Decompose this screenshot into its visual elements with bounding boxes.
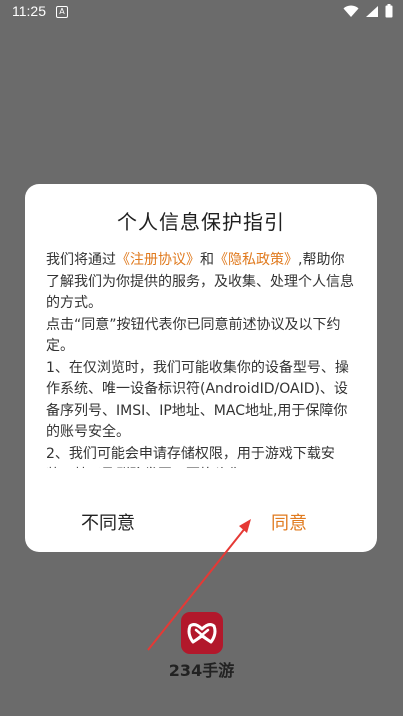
battery-icon — [385, 4, 393, 18]
paragraph-consent: 点击“同意”按钮代表你已同意前述协议及以下约定。 — [46, 316, 341, 355]
status-bar: 11:25 A — [0, 0, 403, 24]
app-name: 234手游 — [168, 661, 235, 680]
signal-icon — [366, 5, 378, 17]
paragraph-agreements: 我们将通过《注册协议》和《隐私政策》,帮助你了解我们为你提供的服务，及收集、处理… — [46, 250, 358, 315]
paragraph-browsing: 1、在仅浏览时，我们可能收集你的设备型号、操作系统、唯一设备标识符(Androi… — [46, 359, 349, 441]
dialog-title: 个人信息保护指引 — [117, 210, 285, 234]
dialog-body[interactable]: 我们将通过《注册协议》和《隐私政策》,帮助你了解我们为你提供的服务，及收集、处理… — [46, 250, 358, 468]
notification-badge: A — [56, 6, 68, 18]
wifi-icon — [343, 5, 359, 17]
paragraph1-prefix: 我们将通过 — [46, 252, 116, 268]
gamepad-logo-icon — [187, 623, 217, 644]
privacy-dialog: 个人信息保护指引 我们将通过《注册协议》和《隐私政策》,帮助你了解我们为你提供的… — [25, 184, 377, 552]
registration-agreement-link[interactable]: 《注册协议》 — [116, 252, 200, 268]
status-time: 11:25 — [12, 3, 46, 19]
paragraph1-conjunction: 和 — [200, 252, 214, 268]
app-icon[interactable] — [181, 612, 223, 654]
privacy-policy-link[interactable]: 《隐私政策》 — [214, 252, 298, 268]
agree-button[interactable]: 同意 — [271, 509, 307, 535]
status-icons — [343, 4, 393, 18]
paragraph-storage: 2、我们可能会申请存储权限，用于游戏下载安装、帖子及群聊发图、更换头像。 — [46, 445, 335, 469]
disagree-button[interactable]: 不同意 — [81, 509, 135, 535]
